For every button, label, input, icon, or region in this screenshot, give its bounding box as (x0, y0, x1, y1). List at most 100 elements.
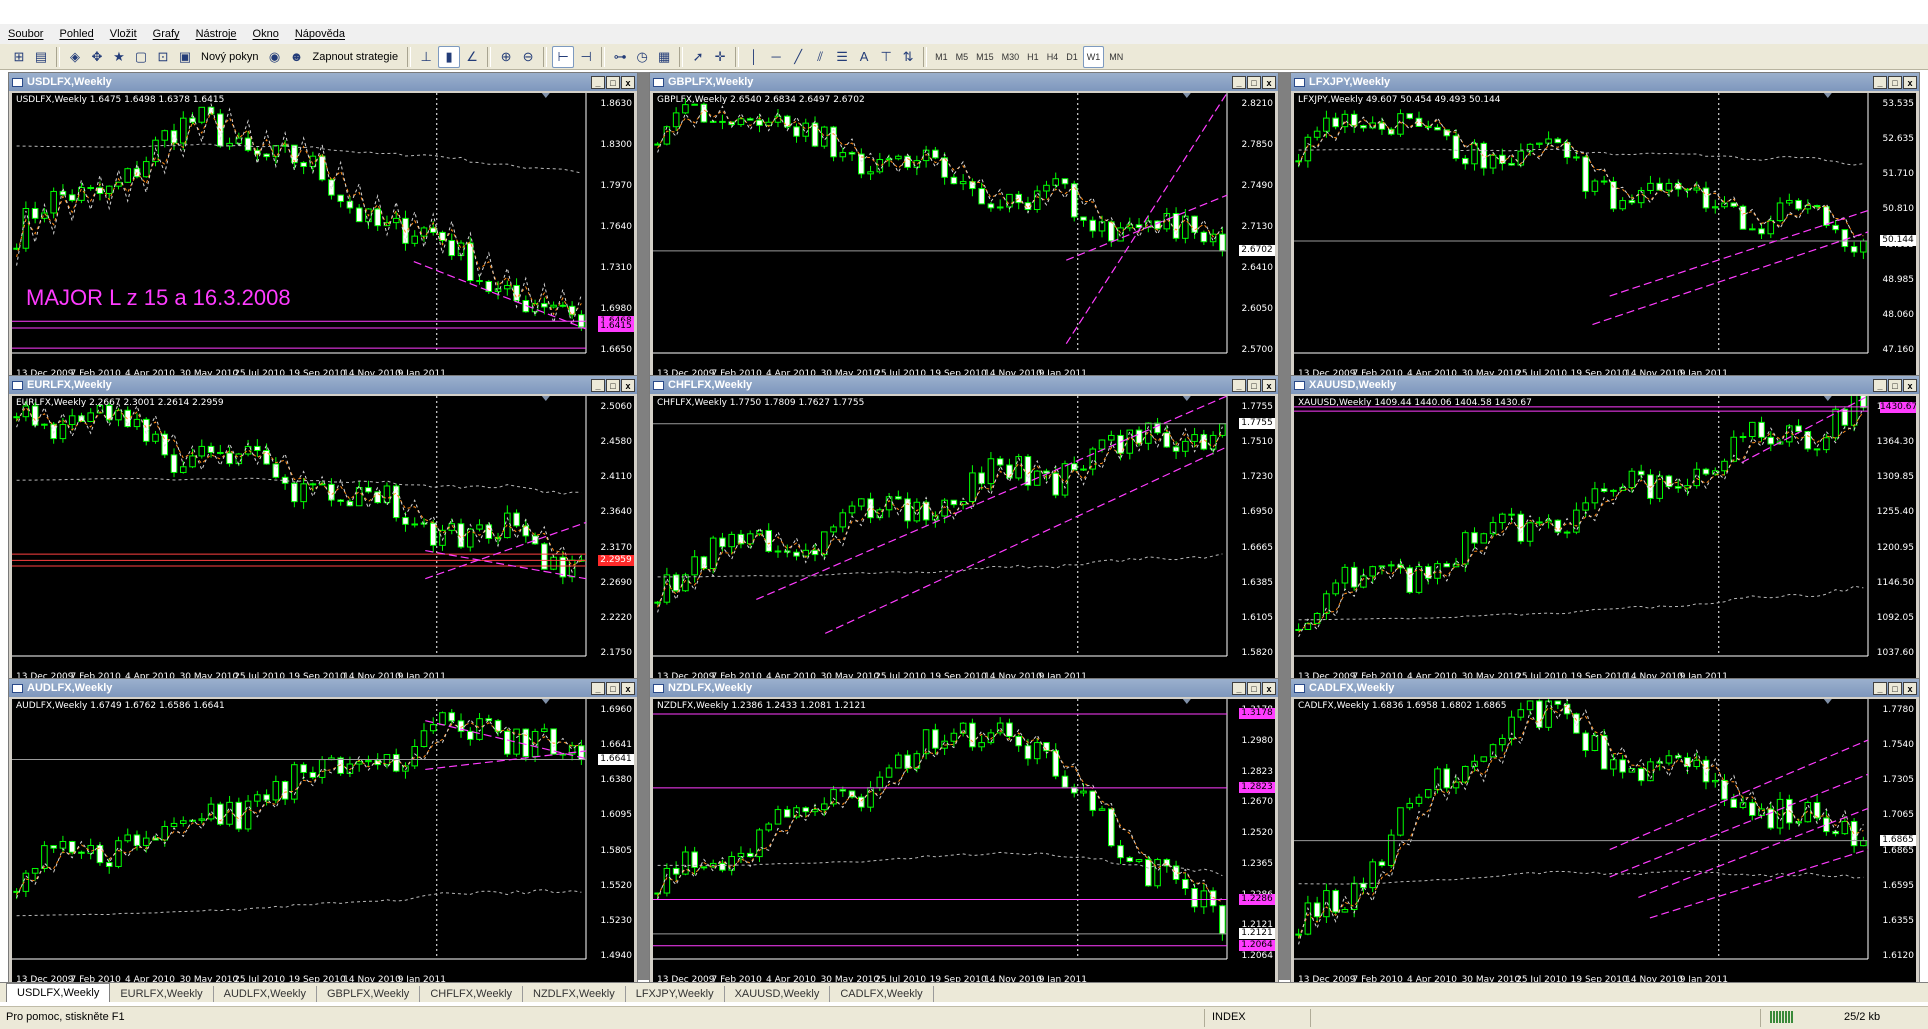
cursor-icon[interactable]: ➚ (688, 47, 708, 67)
close-button[interactable]: x (621, 378, 635, 392)
timeframe-h1[interactable]: H1 (1024, 47, 1042, 67)
chart-tab[interactable]: XAUUSD,Weekly (725, 986, 831, 1002)
new-chart-icon[interactable]: ⊞ (9, 47, 29, 67)
chart-titlebar[interactable]: EURLFX,Weekly _ □ x (9, 376, 637, 394)
timeframe-d1[interactable]: D1 (1063, 47, 1081, 67)
chart-window[interactable]: GBPLFX,Weekly _ □ x GBPLFX,Weekly 2.6540 2.6… (649, 72, 1279, 385)
close-button[interactable]: x (1903, 378, 1917, 392)
minimize-button[interactable]: _ (1232, 75, 1246, 89)
chart-window[interactable]: AUDLFX,Weekly _ □ x AUDLFX,Weekly 1.6749 1.6… (8, 678, 638, 991)
menu-pohled[interactable]: Pohled (51, 28, 101, 40)
expert-advisors-icon[interactable]: ☻ (286, 47, 306, 67)
close-button[interactable]: x (1262, 681, 1276, 695)
crosshair-icon[interactable]: ✛ (710, 47, 730, 67)
candlestick-icon[interactable]: ▮ (438, 45, 461, 68)
maximize-button[interactable]: □ (1888, 681, 1902, 695)
maximize-button[interactable]: □ (1247, 681, 1261, 695)
maximize-button[interactable]: □ (1247, 75, 1261, 89)
maximize-button[interactable]: □ (1247, 378, 1261, 392)
timeframe-mn[interactable]: MN (1106, 47, 1126, 67)
profiles-icon[interactable]: ▤ (31, 47, 51, 67)
trendline-icon[interactable]: ╱ (788, 47, 808, 67)
chart-canvas[interactable]: AUDLFX,Weekly 1.6749 1.6762 1.6586 1.664… (12, 699, 634, 987)
fibonacci-icon[interactable]: ☰ (832, 47, 852, 67)
minimize-button[interactable]: _ (1873, 75, 1887, 89)
minimize-button[interactable]: _ (1873, 378, 1887, 392)
minimize-button[interactable]: _ (591, 378, 605, 392)
timeframe-m15[interactable]: M15 (973, 47, 997, 67)
minimize-button[interactable]: _ (591, 75, 605, 89)
chart-annotation[interactable]: MAJOR L z 15 a 16.3.2008 (26, 285, 291, 311)
line-chart-icon[interactable]: ∠ (462, 47, 482, 67)
metaeditor-icon[interactable]: ◉ (264, 47, 284, 67)
chart-titlebar[interactable]: GBPLFX,Weekly _ □ x (650, 73, 1278, 91)
new-order-icon[interactable]: ▣ (175, 47, 195, 67)
timeframe-w1[interactable]: W1 (1082, 45, 1105, 68)
close-button[interactable]: x (621, 75, 635, 89)
periods-icon[interactable]: ◷ (632, 47, 652, 67)
chart-titlebar[interactable]: NZDLFX,Weekly _ □ x (650, 679, 1278, 697)
chart-window[interactable]: NZDLFX,Weekly _ □ x NZDLFX,Weekly 1.2386 1.2… (649, 678, 1279, 991)
zoom-in-icon[interactable]: ⊕ (496, 47, 516, 67)
close-button[interactable]: x (1262, 75, 1276, 89)
chart-titlebar[interactable]: LFXJPY,Weekly _ □ x (1291, 73, 1919, 91)
chart-canvas[interactable]: CADLFX,Weekly 1.6836 1.6958 1.6802 1.686… (1294, 699, 1916, 987)
chart-window[interactable]: CHFLFX,Weekly _ □ x CHFLFX,Weekly 1.7750 1.7… (649, 375, 1279, 688)
terminal-icon[interactable]: ▢ (131, 47, 151, 67)
maximize-button[interactable]: □ (1888, 378, 1902, 392)
horizontal-line-icon[interactable]: ─ (766, 47, 786, 67)
market-watch-icon[interactable]: ◈ (65, 47, 85, 67)
chart-canvas[interactable]: CHFLFX,Weekly 1.7750 1.7809 1.7627 1.775… (653, 396, 1275, 684)
menu-vlozit[interactable]: Vložit (102, 28, 145, 40)
chart-window[interactable]: USDLFX,Weekly _ □ x USDLFX,Weekly 1.6475 1.6… (8, 72, 638, 385)
chart-window[interactable]: XAUUSD,Weekly _ □ x XAUUSD,Weekly 1409.44 14… (1290, 375, 1920, 688)
chart-canvas[interactable]: LFXJPY,Weekly 49.607 50.454 49.493 50.14… (1294, 93, 1916, 381)
chart-titlebar[interactable]: XAUUSD,Weekly _ □ x (1291, 376, 1919, 394)
chart-tab[interactable]: GBPLFX,Weekly (317, 986, 421, 1002)
text-label-icon[interactable]: ⊤ (876, 47, 896, 67)
menu-nastroje[interactable]: Nástroje (188, 28, 245, 40)
timeframe-m5[interactable]: M5 (953, 47, 972, 67)
chart-tab[interactable]: CHFLFX,Weekly (420, 986, 524, 1002)
chart-window[interactable]: LFXJPY,Weekly _ □ x LFXJPY,Weekly 49.607 50.… (1290, 72, 1920, 385)
expert-advisors-button[interactable]: Zapnout strategie (308, 47, 402, 67)
chart-canvas[interactable]: XAUUSD,Weekly 1409.44 1440.06 1404.58 14… (1294, 396, 1916, 684)
chart-window[interactable]: EURLFX,Weekly _ □ x EURLFX,Weekly 2.2667 2.3… (8, 375, 638, 688)
chart-tab[interactable]: EURLFX,Weekly (110, 986, 214, 1002)
bar-chart-icon[interactable]: ⊥ (416, 47, 436, 67)
chart-tab[interactable]: LFXJPY,Weekly (626, 986, 725, 1002)
menu-soubor[interactable]: Soubor (0, 28, 51, 40)
menu-okno[interactable]: Okno (245, 28, 287, 40)
menu-napoveda[interactable]: Nápověda (287, 28, 353, 40)
chart-canvas[interactable]: USDLFX,Weekly 1.6475 1.6498 1.6378 1.641… (12, 93, 634, 381)
templates-icon[interactable]: ▦ (654, 47, 674, 67)
menu-grafy[interactable]: Grafy (145, 28, 188, 40)
close-button[interactable]: x (1903, 681, 1917, 695)
close-button[interactable]: x (621, 681, 635, 695)
close-button[interactable]: x (1903, 75, 1917, 89)
close-button[interactable]: x (1262, 378, 1276, 392)
zoom-out-icon[interactable]: ⊖ (518, 47, 538, 67)
timeframe-m30[interactable]: M30 (999, 47, 1023, 67)
chart-tab[interactable]: USDLFX,Weekly (6, 983, 111, 1002)
chart-canvas[interactable]: GBPLFX,Weekly 2.6540 2.6834 2.6497 2.670… (653, 93, 1275, 381)
text-tool-icon[interactable]: A (854, 47, 874, 67)
chart-titlebar[interactable]: CADLFX,Weekly _ □ x (1291, 679, 1919, 697)
channel-icon[interactable]: ⫽ (810, 47, 830, 67)
timeframe-h4[interactable]: H4 (1044, 47, 1062, 67)
chart-titlebar[interactable]: AUDLFX,Weekly _ □ x (9, 679, 637, 697)
maximize-button[interactable]: □ (606, 378, 620, 392)
minimize-button[interactable]: _ (591, 681, 605, 695)
data-window-icon[interactable]: ✥ (87, 47, 107, 67)
chart-tab[interactable]: CADLFX,Weekly (830, 986, 934, 1002)
maximize-button[interactable]: □ (606, 681, 620, 695)
minimize-button[interactable]: _ (1232, 681, 1246, 695)
auto-scroll-icon[interactable]: ⊢ (552, 45, 575, 68)
indicators-icon[interactable]: ⊶ (610, 47, 630, 67)
arrows-icon[interactable]: ⇅ (898, 47, 918, 67)
maximize-button[interactable]: □ (1888, 75, 1902, 89)
new-order-button[interactable]: Nový pokyn (197, 47, 262, 67)
chart-tab[interactable]: AUDLFX,Weekly (214, 986, 317, 1002)
strategy-tester-icon[interactable]: ⊡ (153, 47, 173, 67)
vertical-line-icon[interactable]: │ (744, 47, 764, 67)
